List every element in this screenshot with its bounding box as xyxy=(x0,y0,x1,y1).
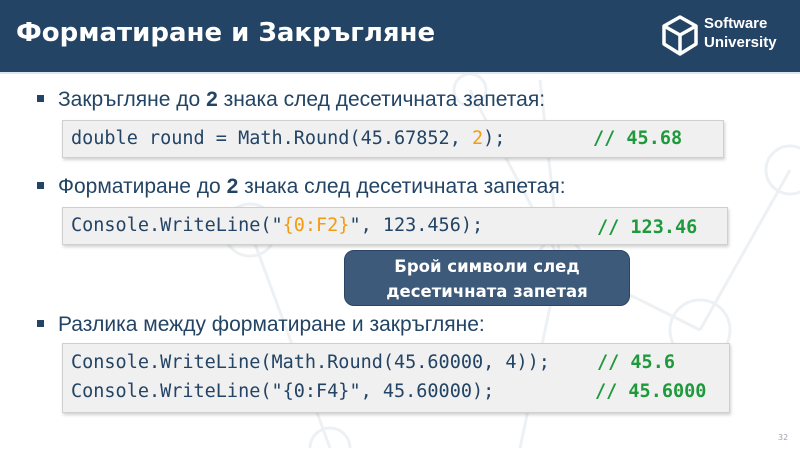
bold-number: 2 xyxy=(226,175,239,198)
bullet-text: Форматиране до 2 знака след десетичната … xyxy=(58,175,566,198)
code-block-format: Console.WriteLine("{0:F2}", 123.456); //… xyxy=(62,207,728,245)
logo-text: Software University xyxy=(704,14,777,52)
logo-text-line1: Software xyxy=(704,15,768,32)
code-comment: // 45.6 xyxy=(597,352,675,373)
code-block-difference: Console.WriteLine(Math.Round(45.60000, 4… xyxy=(62,343,730,413)
code-highlight: {0:F2} xyxy=(282,215,350,236)
code-block-round: double round = Math.Round(45.67852, 2); … xyxy=(62,120,724,158)
logo-text-line2: University xyxy=(704,34,777,51)
bullet-difference: Разлика между форматиране и закръгляне: xyxy=(37,313,485,337)
software-university-logo: Software University xyxy=(660,12,790,62)
square-bullet-icon xyxy=(37,319,44,327)
code-comment: // 45.6000 xyxy=(595,381,707,402)
code-highlight: 2 xyxy=(471,128,484,149)
page-number: 32 xyxy=(778,433,789,442)
square-bullet-icon xyxy=(37,94,44,102)
software-university-logo-icon xyxy=(662,15,698,56)
code-comment: // 45.68 xyxy=(593,128,683,149)
code-line: Console.WriteLine(Math.Round(45.60000, 4… xyxy=(71,352,550,373)
callout-line2: десетичната запетая xyxy=(386,282,588,301)
slide-title: Форматиране и Закръгляне xyxy=(16,18,436,48)
code-line: double round = Math.Round(45.67852, 2); xyxy=(71,128,506,149)
callout-decimal-places: Брой символи след десетичната запетая xyxy=(344,250,630,306)
bullet-text: Закръгляне до 2 знака след десетичната з… xyxy=(58,88,546,111)
slide-header: Форматиране и Закръгляне Software Univer… xyxy=(0,0,800,74)
code-line: Console.WriteLine("{0:F4}", 45.60000); xyxy=(71,381,495,402)
code-comment: // 123.46 xyxy=(597,217,698,238)
bullet-formatting: Форматиране до 2 знака след десетичната … xyxy=(37,175,566,199)
square-bullet-icon xyxy=(37,181,44,189)
bullet-rounding: Закръгляне до 2 знака след десетичната з… xyxy=(37,88,545,112)
bold-number: 2 xyxy=(206,88,218,111)
callout-line1: Брой символи след xyxy=(394,257,580,276)
code-line: Console.WriteLine("{0:F2}", 123.456); xyxy=(71,215,484,236)
bullet-text: Разлика между форматиране и закръгляне: xyxy=(58,313,485,336)
